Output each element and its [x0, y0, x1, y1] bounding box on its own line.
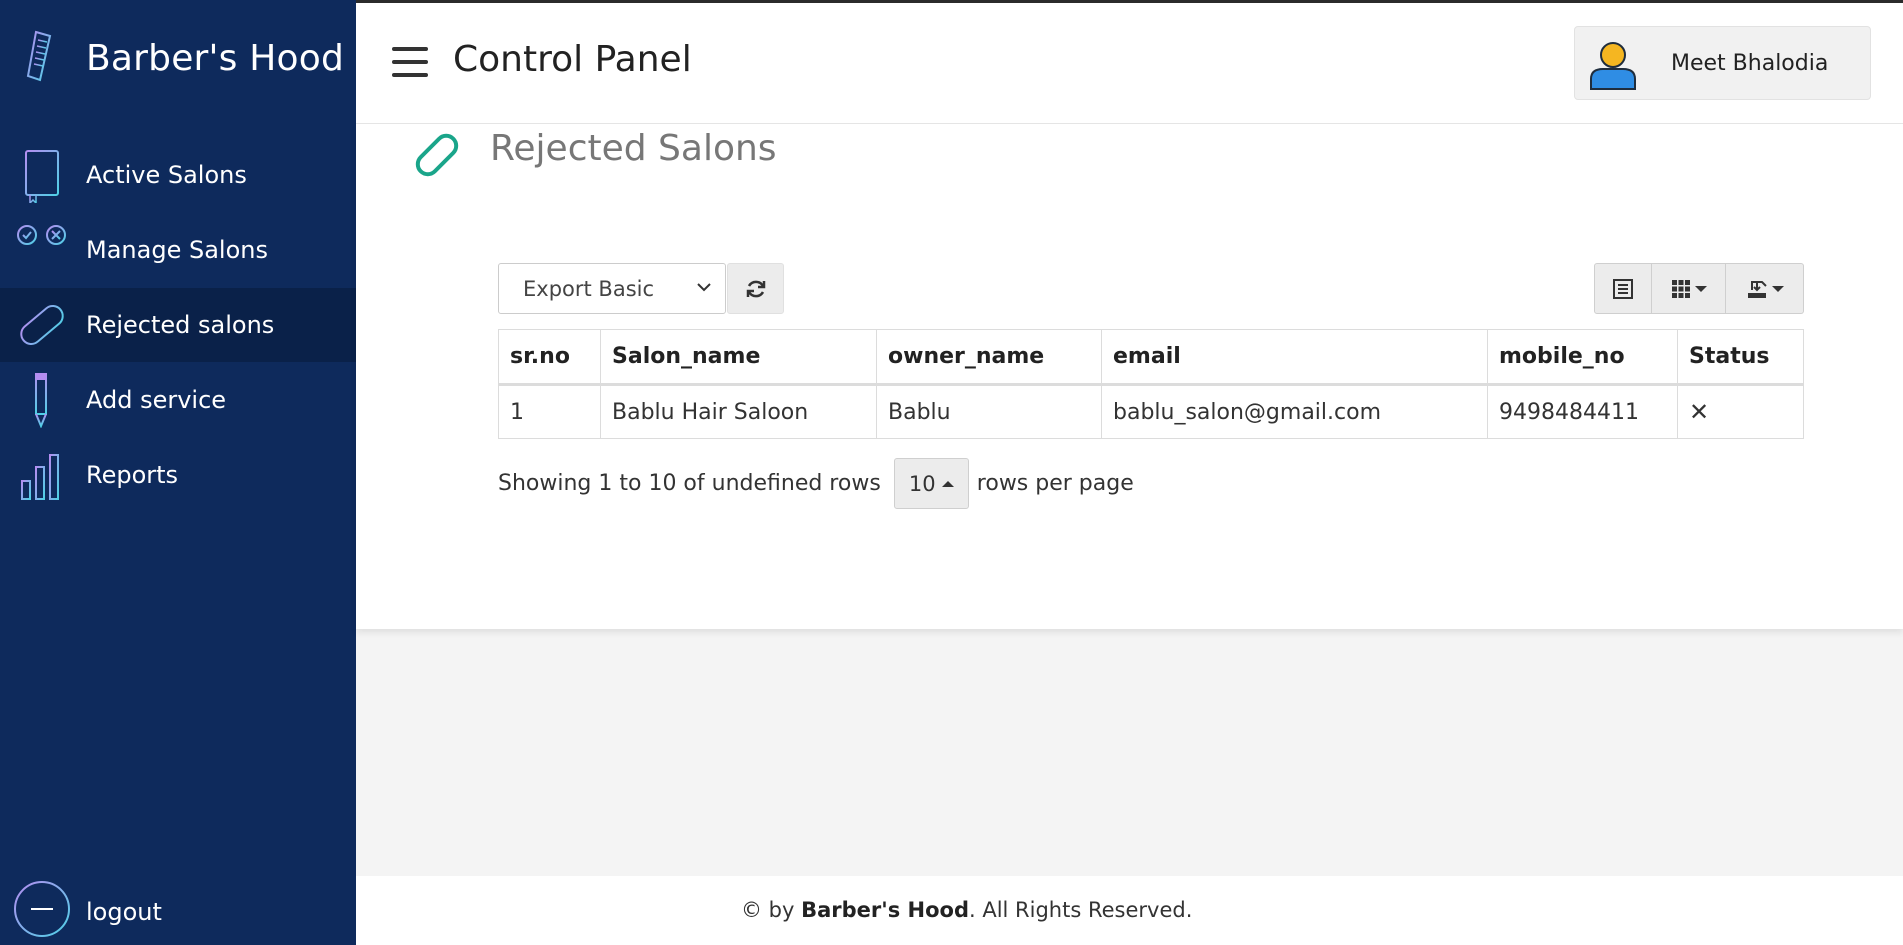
- chevron-down-icon: [697, 283, 711, 292]
- footer-copyright: © by Barber's Hood. All Rights Reserved.: [741, 898, 1192, 922]
- book-icon: [25, 150, 59, 203]
- column-header-sr-no[interactable]: sr.no: [498, 329, 601, 386]
- refresh-icon: [746, 280, 765, 297]
- cell-sr-no: 1: [498, 384, 601, 439]
- brand-title: Barber's Hood: [86, 38, 345, 79]
- sidebar-item-label: Active Salons: [86, 161, 247, 189]
- user-menu-button[interactable]: Meet Bhalodia: [1574, 26, 1871, 100]
- footer: © by Barber's Hood. All Rights Reserved.: [356, 876, 1903, 945]
- close-icon[interactable]: ✕: [1689, 398, 1709, 426]
- refresh-button[interactable]: [727, 263, 784, 314]
- column-header-owner-name[interactable]: owner_name: [876, 329, 1102, 386]
- sidebar-item-label: Rejected salons: [86, 311, 275, 339]
- pagination-info: Showing 1 to 10 of undefined rows: [498, 471, 881, 496]
- rejected-salons-table: sr.no Salon_name owner_name email mobile…: [498, 329, 1804, 439]
- logout-button[interactable]: logout: [0, 876, 356, 940]
- table-header-row: sr.no Salon_name owner_name email mobile…: [498, 329, 1804, 386]
- columns-dropdown-button[interactable]: [1652, 263, 1726, 314]
- hamburger-menu-button[interactable]: [392, 47, 428, 77]
- cell-status: ✕: [1677, 384, 1804, 439]
- list-icon: [1613, 278, 1633, 299]
- export-select-value: Export Basic: [523, 276, 655, 301]
- main-card: Rejected Salons Export Basic sr.no Salon…: [356, 124, 1903, 629]
- section-title: Rejected Salons: [490, 128, 777, 169]
- sidebar-item-rejected-salons[interactable]: Rejected salons: [0, 288, 356, 362]
- footer-prefix: © by: [741, 898, 802, 922]
- column-header-status[interactable]: Status: [1677, 329, 1804, 386]
- caret-down-icon: [1694, 285, 1707, 292]
- logout-label: logout: [86, 898, 162, 926]
- column-header-email[interactable]: email: [1101, 329, 1488, 386]
- logout-icon: [14, 881, 70, 937]
- cell-mobile-no: 9498484411: [1487, 384, 1678, 439]
- sidebar-item-add-service[interactable]: Add service: [0, 363, 356, 437]
- pagination-bar: Showing 1 to 10 of undefined rows 10 row…: [498, 458, 1134, 509]
- user-avatar-icon: [1590, 42, 1636, 90]
- page-size-value: 10: [908, 471, 936, 496]
- export-type-select[interactable]: Export Basic: [498, 263, 726, 314]
- brand[interactable]: Barber's Hood: [0, 22, 356, 104]
- sidebar: Barber's Hood Active Salons Manage Salon…: [0, 0, 356, 945]
- cell-email: bablu_salon@gmail.com: [1101, 384, 1488, 439]
- sidebar-item-active-salons[interactable]: Active Salons: [0, 138, 356, 212]
- footer-suffix: . All Rights Reserved.: [968, 898, 1193, 922]
- grid-icon: [1671, 279, 1690, 298]
- sidebar-item-label: Add service: [86, 386, 227, 414]
- caret-down-icon: [1771, 285, 1784, 292]
- page-title: Control Panel: [453, 39, 692, 80]
- column-header-salon-name[interactable]: Salon_name: [600, 329, 877, 386]
- page-size-dropdown[interactable]: 10: [893, 458, 969, 509]
- sidebar-item-label: Manage Salons: [86, 236, 268, 264]
- sidebar-item-manage-salons[interactable]: Manage Salons: [0, 213, 356, 287]
- cell-salon-name: Bablu Hair Saloon: [600, 384, 877, 439]
- footer-brand: Barber's Hood: [801, 898, 969, 922]
- toggle-view-button[interactable]: [1594, 263, 1652, 314]
- export-dropdown-button[interactable]: [1726, 263, 1804, 314]
- sidebar-item-reports[interactable]: Reports: [0, 438, 356, 512]
- pill-icon: [20, 305, 64, 345]
- sidebar-item-label: Reports: [86, 461, 179, 489]
- cell-owner-name: Bablu: [876, 384, 1102, 439]
- pill-icon: [415, 133, 459, 177]
- top-header: Control Panel Meet Bhalodia: [356, 3, 1903, 124]
- table-toolbar: [1594, 263, 1804, 314]
- column-header-mobile-no[interactable]: mobile_no: [1487, 329, 1678, 386]
- export-icon: [1747, 280, 1767, 298]
- checklist-icon: [17, 225, 66, 261]
- pencil-icon: [35, 373, 47, 428]
- caret-up-icon: [941, 480, 954, 487]
- user-name: Meet Bhalodia: [1671, 51, 1829, 76]
- table-row: 1 Bablu Hair Saloon Bablu bablu_salon@gm…: [498, 384, 1804, 439]
- rows-per-page-label: rows per page: [976, 471, 1134, 496]
- comb-icon: [26, 30, 52, 82]
- bar-chart-icon: [18, 454, 66, 500]
- hamburger-icon: [392, 47, 428, 51]
